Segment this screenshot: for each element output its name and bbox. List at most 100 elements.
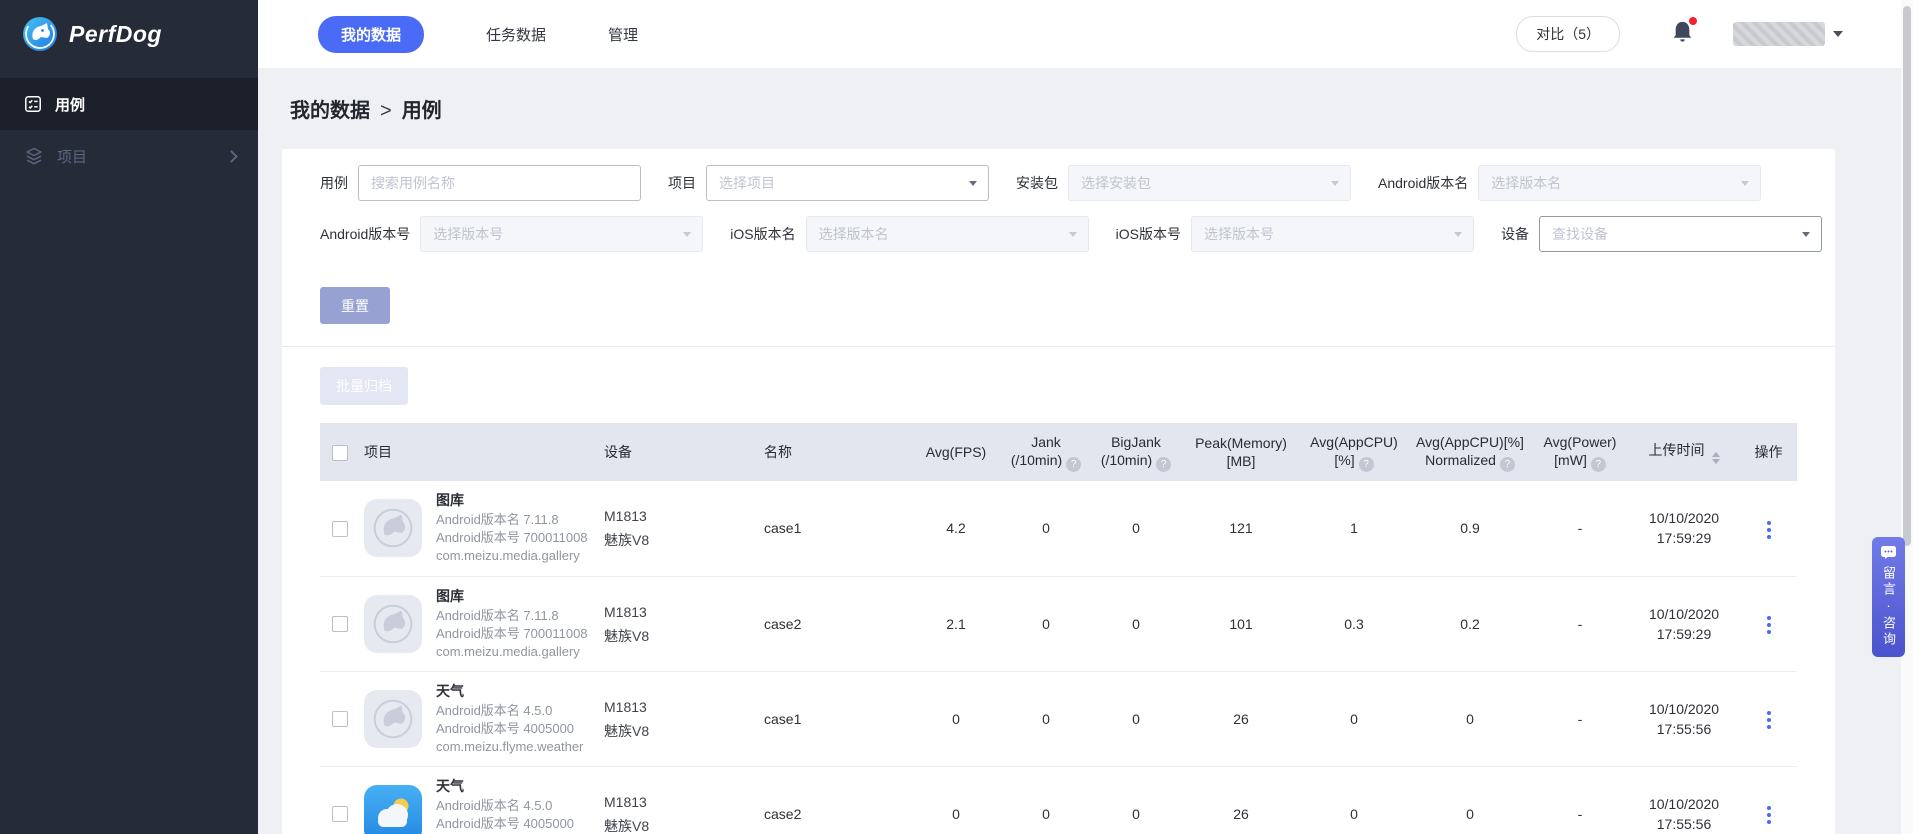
breadcrumb-current: 用例 — [402, 100, 442, 122]
sort-icon[interactable] — [1712, 452, 1720, 464]
row-actions-button[interactable] — [1761, 610, 1777, 640]
scrollbar-thumb[interactable] — [1903, 6, 1911, 546]
android-version-name-select[interactable]: 选择版本名 — [1478, 165, 1761, 201]
sidebar-item-label: 项目 — [57, 146, 87, 167]
row-actions-button[interactable] — [1761, 705, 1777, 735]
device-brand: 魅族V8 — [604, 528, 756, 552]
usecase-search-input[interactable] — [358, 165, 641, 201]
filter-ios-version-name: iOS版本名 选择版本名 — [730, 216, 1088, 252]
case-name: case1 — [760, 671, 910, 766]
upload-time: 17:55:56 — [1632, 719, 1736, 739]
app-version-name: Android版本名 4.5.0 — [436, 702, 583, 720]
breadcrumb-separator: > — [380, 100, 392, 122]
help-icon[interactable]: ? — [1359, 457, 1374, 472]
upload-time: 17:55:56 — [1632, 814, 1736, 834]
row-actions-button[interactable] — [1761, 515, 1777, 545]
package-select[interactable]: 选择安装包 — [1068, 165, 1351, 201]
divider — [282, 346, 1835, 347]
caret-down-icon — [1741, 181, 1749, 186]
help-icon[interactable]: ? — [1156, 457, 1171, 472]
jank-value: 0 — [1002, 481, 1090, 576]
tab-task-data[interactable]: 任务数据 — [486, 24, 546, 45]
col-avg-appcpu-normalized: Avg(AppCPU)[%] Normalized? — [1408, 423, 1532, 481]
row-checkbox[interactable] — [332, 806, 348, 822]
app-package: com.meizu.flyme.weather — [436, 738, 583, 756]
dog-placeholder-icon — [364, 499, 422, 557]
device-brand: 魅族V8 — [604, 814, 756, 834]
filter-label: 用例 — [320, 173, 348, 193]
avg-power-value: - — [1532, 576, 1628, 671]
dog-placeholder-icon — [364, 595, 422, 653]
notification-bell-icon[interactable] — [1672, 20, 1693, 48]
feedback-tab-label: 留言·咨询 — [1879, 566, 1898, 648]
row-checkbox[interactable] — [332, 616, 348, 632]
sidebar-item-usecase[interactable]: 用例 — [0, 78, 258, 130]
scrollbar-track[interactable] — [1901, 0, 1913, 834]
bigjank-value: 0 — [1090, 576, 1182, 671]
col-actions: 操作 — [1740, 423, 1797, 481]
row-checkbox[interactable] — [332, 711, 348, 727]
upload-date: 10/10/2020 — [1632, 794, 1736, 814]
compare-button[interactable]: 对比（5） — [1516, 16, 1620, 52]
avg-power-value: - — [1532, 671, 1628, 766]
select-placeholder: 选择项目 — [719, 173, 775, 193]
caret-down-icon — [1069, 232, 1077, 237]
case-name: case2 — [760, 766, 910, 834]
tab-manage[interactable]: 管理 — [608, 24, 638, 45]
peak-memory-value: 101 — [1182, 576, 1300, 671]
batch-archive-button[interactable]: 批量归档 — [320, 367, 408, 405]
select-placeholder: 查找设备 — [1552, 224, 1608, 244]
table-row: 图库 Android版本名 7.11.8 Android版本号 70001100… — [320, 576, 1797, 671]
device-select[interactable]: 查找设备 — [1539, 216, 1822, 252]
col-avg-fps: Avg(FPS) — [910, 423, 1002, 481]
app-name: 图库 — [436, 587, 588, 605]
row-actions-button[interactable] — [1761, 800, 1777, 830]
col-jank: Jank (/10min)? — [1002, 423, 1090, 481]
chevron-down-icon — [1833, 31, 1843, 37]
sidebar-item-label: 用例 — [55, 94, 85, 115]
dog-placeholder-icon — [364, 690, 422, 748]
help-icon[interactable]: ? — [1066, 457, 1081, 472]
filter-label: iOS版本名 — [730, 224, 795, 244]
device-brand: 魅族V8 — [604, 624, 756, 648]
jank-value: 0 — [1002, 671, 1090, 766]
bigjank-value: 0 — [1090, 671, 1182, 766]
ios-version-code-select[interactable]: 选择版本号 — [1191, 216, 1474, 252]
col-peak-memory: Peak(Memory)[MB] — [1182, 423, 1300, 481]
device-model: M1813 — [604, 504, 756, 528]
help-icon[interactable]: ? — [1500, 457, 1515, 472]
avg-fps-value: 4.2 — [910, 481, 1002, 576]
row-checkbox[interactable] — [332, 521, 348, 537]
tab-my-data[interactable]: 我的数据 — [318, 16, 424, 53]
caret-down-icon — [683, 232, 691, 237]
sidebar-item-project[interactable]: 项目 — [0, 130, 258, 182]
avg-power-value: - — [1532, 766, 1628, 834]
filter-project: 项目 选择项目 — [668, 165, 989, 201]
jank-value: 0 — [1002, 576, 1090, 671]
feedback-tab[interactable]: 留言·咨询 — [1872, 537, 1905, 657]
col-avg-appcpu: Avg(AppCPU) [%]? — [1300, 423, 1408, 481]
avg-appcpu-value: 1 — [1300, 481, 1408, 576]
reset-button[interactable]: 重置 — [320, 287, 390, 324]
table-header-row: 项目 设备 名称 Avg(FPS) Jank (/10min)? BigJank… — [320, 423, 1797, 481]
filter-device: 设备 查找设备 — [1501, 216, 1822, 252]
select-all-checkbox[interactable] — [332, 445, 348, 461]
breadcrumb-root[interactable]: 我的数据 — [290, 100, 370, 122]
help-icon[interactable]: ? — [1591, 457, 1606, 472]
app-version-code: Android版本号 4005000 — [436, 815, 583, 833]
android-version-code-select[interactable]: 选择版本号 — [420, 216, 703, 252]
data-card: 用例 项目 选择项目 安装包 选择安装包 Android版本名 — [282, 149, 1835, 834]
ios-version-name-select[interactable]: 选择版本名 — [806, 216, 1089, 252]
filter-package: 安装包 选择安装包 — [1016, 165, 1351, 201]
table-row: 图库 Android版本名 7.11.8 Android版本号 70001100… — [320, 481, 1797, 576]
bigjank-value: 0 — [1090, 766, 1182, 834]
app-package: com.meizu.media.gallery — [436, 547, 588, 565]
col-upload-time: 上传时间 — [1628, 423, 1740, 481]
device-brand: 魅族V8 — [604, 719, 756, 743]
filter-label: 安装包 — [1016, 173, 1058, 193]
user-menu[interactable] — [1733, 22, 1843, 46]
chat-bubble-icon — [1881, 546, 1896, 559]
case-name: case2 — [760, 576, 910, 671]
filter-label: iOS版本号 — [1116, 224, 1181, 244]
project-select[interactable]: 选择项目 — [706, 165, 989, 201]
